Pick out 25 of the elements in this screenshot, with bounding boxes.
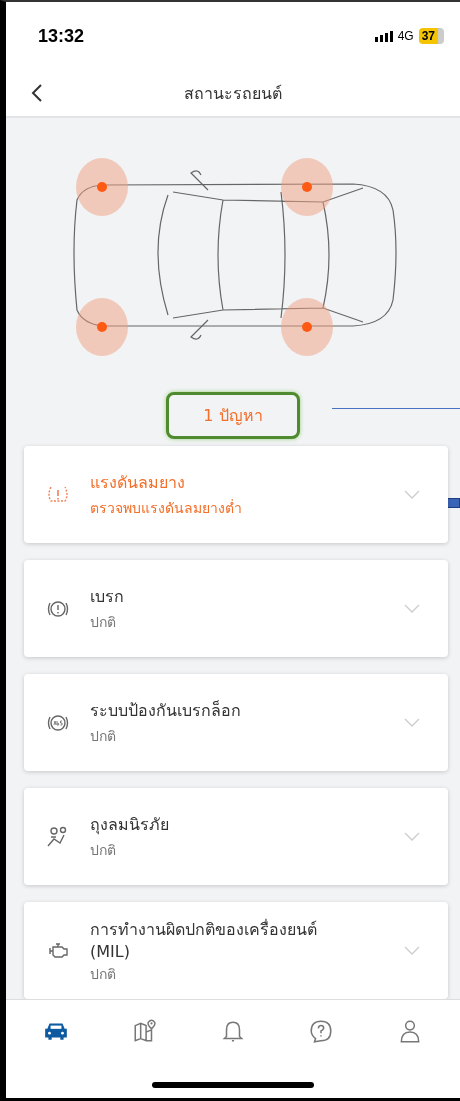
battery-level: 37 bbox=[418, 28, 444, 44]
item-status: ตรวจพบแรงดันลมยางต่ำ bbox=[90, 498, 243, 518]
item-title: ถุงลมนิรภัย bbox=[90, 814, 170, 837]
item-title: ระบบป้องกันเบรกล็อก bbox=[90, 699, 242, 722]
item-status: ปกติ bbox=[90, 613, 117, 632]
chevron-down-icon bbox=[404, 832, 420, 841]
item-status: ปกติ bbox=[90, 841, 117, 860]
item-title: การทำงานผิดปกติของเครื่องยนต์ (MIL) bbox=[90, 918, 318, 961]
chevron-down-icon bbox=[404, 490, 420, 499]
item-title: เบรก bbox=[90, 586, 125, 608]
item-title: แรงดันลมยาง bbox=[90, 472, 186, 494]
signal-icon bbox=[374, 30, 393, 42]
status-card[interactable]: ถุงลมนิรภัย ปกติ bbox=[24, 788, 448, 885]
item-status: ปกติ bbox=[90, 727, 117, 746]
status-card[interactable]: ระบบป้องกันเบรกล็อก ปกติ bbox=[24, 674, 448, 771]
network-type: 4G bbox=[397, 29, 414, 43]
chevron-down-icon bbox=[404, 718, 420, 727]
issue-count-badge: 1 ปัญหา bbox=[166, 391, 300, 439]
status-card[interactable]: การทำงานผิดปกติของเครื่องยนต์ (MIL) ปกติ bbox=[24, 902, 448, 999]
chevron-down-icon bbox=[404, 946, 420, 955]
clock-time: 13:32 bbox=[38, 25, 85, 47]
item-status: ปกติ bbox=[90, 964, 117, 984]
status-card[interactable]: เบรก ปกติ bbox=[24, 560, 448, 657]
page-title: สถานะรถยนต์ bbox=[184, 82, 282, 105]
chevron-down-icon bbox=[404, 604, 420, 613]
